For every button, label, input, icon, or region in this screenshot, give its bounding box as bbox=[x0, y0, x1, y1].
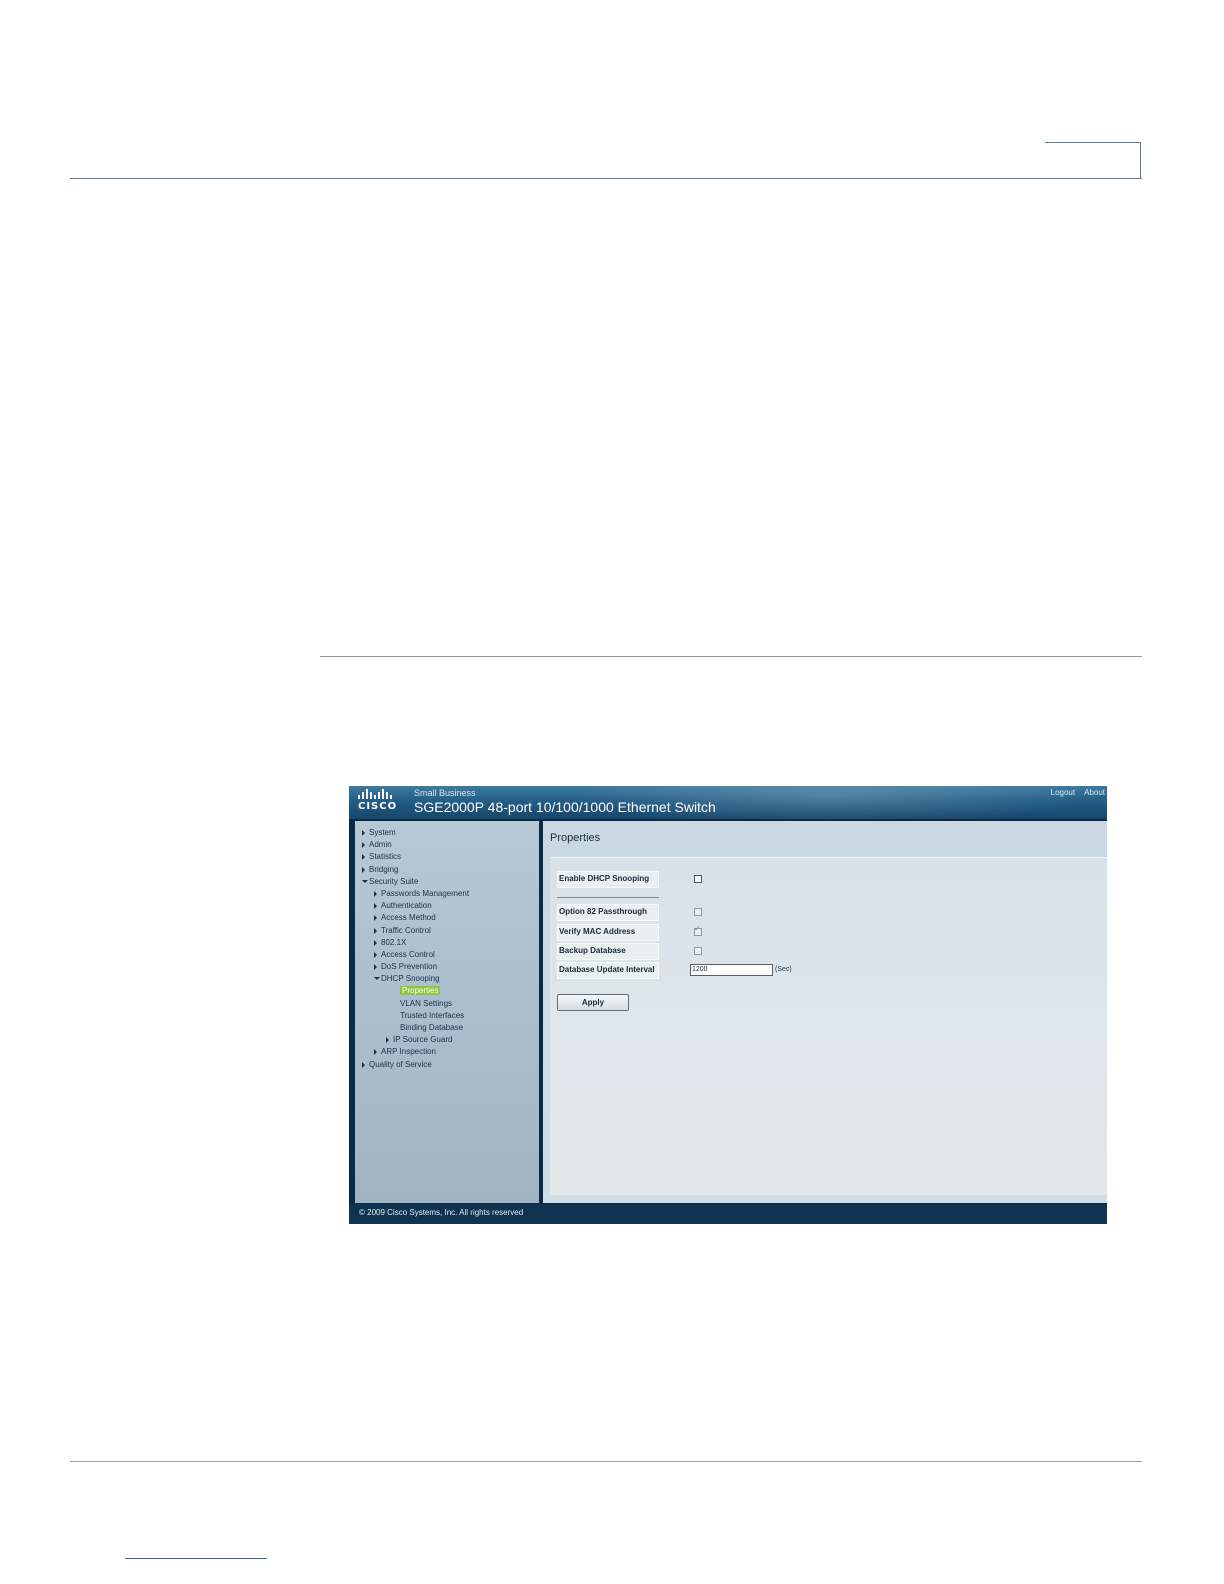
triangle-right-icon bbox=[374, 890, 377, 897]
nav-list: System Admin Statistics Bridging Security Su… bbox=[355, 821, 539, 1071]
triangle-right-icon bbox=[374, 927, 377, 934]
triangle-down-icon bbox=[374, 977, 380, 981]
copyright-text: © 2009 Cisco Systems, Inc. All rights re… bbox=[359, 1208, 524, 1217]
triangle-right-icon bbox=[362, 842, 365, 849]
triangle-right-icon bbox=[374, 939, 377, 946]
nav-item-label: VLAN Settings bbox=[400, 998, 453, 1008]
backup-db-label: Backup Database bbox=[557, 943, 659, 960]
nav-item-label: Access Method bbox=[381, 913, 436, 923]
option82-checkbox[interactable] bbox=[694, 908, 702, 916]
nav-item-binding-database[interactable]: Binding Database bbox=[355, 1022, 539, 1034]
nav-item-bridging[interactable]: Bridging bbox=[355, 864, 539, 876]
triangle-right-icon bbox=[374, 915, 377, 922]
cisco-bars-icon bbox=[358, 789, 402, 799]
nav-item-ip-source-guard[interactable]: IP Source Guard bbox=[355, 1034, 539, 1046]
nav-item-dos-prevention[interactable]: DoS Prevention bbox=[355, 961, 539, 973]
triangle-right-icon bbox=[362, 866, 365, 873]
nav-item-label: Security Suite bbox=[369, 876, 419, 886]
about-link[interactable]: About bbox=[1084, 788, 1105, 797]
nav-item-label: Bridging bbox=[369, 864, 399, 874]
apply-button[interactable]: Apply bbox=[557, 994, 629, 1011]
triangle-right-icon bbox=[374, 1049, 377, 1056]
section-divider bbox=[320, 656, 1142, 657]
triangle-right-icon bbox=[374, 903, 377, 910]
top-banner: CISCO Small Business SGE2000P 48-port 10… bbox=[349, 786, 1107, 826]
nav-item-traffic-control[interactable]: Traffic Control bbox=[355, 925, 539, 937]
nav-item-label: Passwords Management bbox=[381, 888, 470, 898]
nav-item-label: System bbox=[369, 828, 396, 837]
cisco-logo: CISCO bbox=[358, 789, 402, 815]
triangle-right-icon bbox=[374, 964, 377, 971]
nav-item-authentication[interactable]: Authentication bbox=[355, 900, 539, 912]
nav-item-label: Statistics bbox=[369, 852, 402, 862]
nav-item-statistics[interactable]: Statistics bbox=[355, 851, 539, 863]
nav-item-system[interactable]: System bbox=[355, 827, 539, 839]
footer-link-underline bbox=[125, 1558, 267, 1559]
nav-item-label: Access Control bbox=[381, 949, 435, 959]
enable-dhcp-snooping-label: Enable DHCP Snooping bbox=[557, 871, 659, 888]
triangle-right-icon bbox=[362, 1061, 365, 1068]
field-separator bbox=[557, 897, 659, 898]
page-footer-rule bbox=[70, 1461, 1142, 1462]
small-business-label: Small Business bbox=[414, 788, 476, 798]
nav-item-passwords-management[interactable]: Passwords Management bbox=[355, 888, 539, 900]
logout-link[interactable]: Logout bbox=[1051, 788, 1075, 797]
nav-item-label: Trusted Interfaces bbox=[400, 1010, 465, 1020]
nav-item-admin[interactable]: Admin bbox=[355, 839, 539, 851]
triangle-right-icon bbox=[362, 854, 365, 861]
nav-item-label: DHCP Snooping bbox=[381, 974, 440, 984]
enable-dhcp-snooping-checkbox[interactable] bbox=[694, 875, 702, 883]
nav-item-vlan-settings[interactable]: VLAN Settings bbox=[355, 998, 539, 1010]
nav-item-label: IP Source Guard bbox=[393, 1035, 453, 1045]
update-interval-unit: (Sec) bbox=[775, 966, 792, 973]
nav-item-label: DoS Prevention bbox=[381, 962, 438, 972]
page-header-rule bbox=[70, 178, 1142, 179]
chapter-tab-box bbox=[1045, 142, 1141, 178]
nav-item-properties[interactable]: Properties bbox=[355, 985, 539, 997]
triangle-right-icon bbox=[386, 1037, 389, 1044]
triangle-down-icon bbox=[362, 879, 368, 883]
triangle-right-icon bbox=[374, 951, 377, 958]
nav-item-access-method[interactable]: Access Method bbox=[355, 912, 539, 924]
nav-item-label: Properties bbox=[400, 986, 441, 996]
nav-item-label: Admin bbox=[369, 840, 392, 850]
switch-ui-screenshot: CISCO Small Business SGE2000P 48-port 10… bbox=[349, 786, 1107, 1224]
nav-item-quality-of-service[interactable]: Quality of Service bbox=[355, 1059, 539, 1071]
nav-item-dhcp-snooping[interactable]: DHCP Snooping bbox=[355, 973, 539, 985]
nav-item-802-1x[interactable]: 802.1X bbox=[355, 937, 539, 949]
properties-panel: Enable DHCP Snooping Option 82 Passthrou… bbox=[550, 857, 1107, 1195]
nav-item-label: Authentication bbox=[381, 901, 432, 911]
nav-item-label: Binding Database bbox=[400, 1023, 464, 1032]
top-links: Logout About bbox=[1051, 788, 1105, 797]
verify-mac-checkbox[interactable] bbox=[694, 924, 702, 936]
navigation-tree: System Admin Statistics Bridging Security Su… bbox=[355, 821, 539, 1203]
update-interval-label: Database Update Interval bbox=[557, 962, 659, 979]
verify-mac-label: Verify MAC Address bbox=[557, 924, 659, 941]
triangle-right-icon bbox=[362, 830, 365, 836]
nav-item-label: 802.1X bbox=[381, 937, 407, 947]
product-title: SGE2000P 48-port 10/100/1000 Ethernet Sw… bbox=[414, 799, 716, 815]
nav-item-label: ARP Inspection bbox=[381, 1047, 436, 1057]
backup-db-checkbox[interactable] bbox=[694, 947, 702, 955]
update-interval-input[interactable]: 1200 bbox=[690, 964, 773, 976]
option82-label: Option 82 Passthrough bbox=[557, 904, 659, 921]
nav-item-label: Traffic Control bbox=[381, 925, 431, 935]
cisco-wordmark: CISCO bbox=[358, 801, 398, 812]
nav-item-label: Quality of Service bbox=[369, 1059, 432, 1069]
nav-item-access-control[interactable]: Access Control bbox=[355, 949, 539, 961]
nav-item-security-suite[interactable]: Security Suite bbox=[355, 876, 539, 888]
page-title: Properties bbox=[550, 832, 601, 844]
nav-item-arp-inspection[interactable]: ARP Inspection bbox=[355, 1046, 539, 1058]
main-content: Properties Enable DHCP Snooping Option 8… bbox=[543, 821, 1107, 1203]
nav-item-trusted-interfaces[interactable]: Trusted Interfaces bbox=[355, 1010, 539, 1022]
